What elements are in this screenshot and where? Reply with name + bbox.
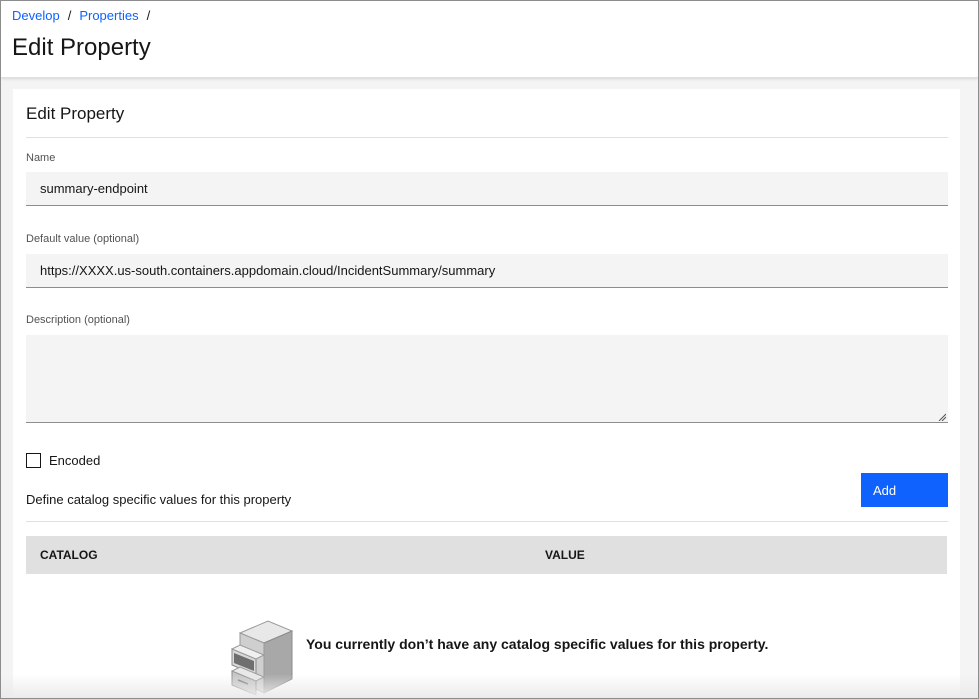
page-header: Develop / Properties / Edit Property (1, 1, 978, 78)
empty-state-message: You currently don’t have any catalog spe… (306, 636, 769, 652)
breadcrumb-properties[interactable]: Properties (79, 8, 138, 23)
encoded-label: Encoded (49, 453, 101, 468)
description-textarea[interactable] (26, 335, 948, 423)
name-label: Name (26, 152, 56, 164)
name-input[interactable] (26, 172, 948, 206)
breadcrumb-develop[interactable]: Develop (12, 8, 60, 23)
app-frame: Develop / Properties / Edit Property Edi… (0, 0, 979, 699)
default-value-label: Default value (optional) (26, 233, 140, 245)
breadcrumb-separator: / (67, 8, 72, 23)
resize-grip-icon[interactable] (938, 413, 946, 421)
breadcrumb-separator: / (146, 8, 151, 23)
page-title: Edit Property (12, 34, 151, 61)
add-button[interactable]: Add (861, 473, 948, 507)
column-header-catalog[interactable]: CATALOG (40, 548, 98, 562)
encoded-checkbox[interactable] (26, 453, 41, 468)
bottom-fade (1, 674, 978, 698)
divider (26, 137, 948, 138)
edit-property-panel: Edit Property Name Default value (option… (13, 89, 960, 698)
encoded-checkbox-row[interactable]: Encoded (26, 453, 100, 468)
breadcrumb: Develop / Properties / (12, 8, 158, 23)
column-header-value[interactable]: VALUE (545, 548, 585, 562)
catalog-table-header: CATALOG VALUE (26, 536, 947, 574)
panel-title: Edit Property (26, 104, 125, 123)
catalog-description: Define catalog specific values for this … (26, 492, 292, 507)
description-label: Description (optional) (26, 314, 130, 326)
description-wrapper (26, 335, 948, 423)
divider (26, 521, 948, 522)
default-value-input[interactable] (26, 254, 948, 288)
